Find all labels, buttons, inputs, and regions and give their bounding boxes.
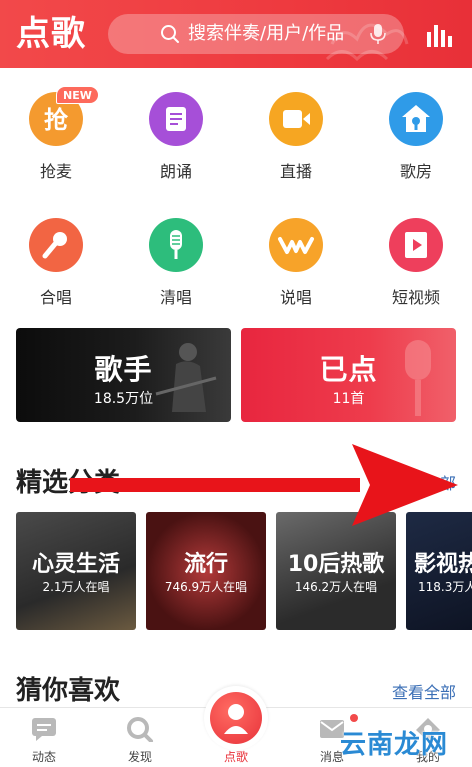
sing-center-icon (210, 692, 262, 744)
sing-center-button[interactable] (204, 686, 268, 750)
nav-label: 点歌 (223, 750, 248, 764)
grid-item-label: 合唱 (39, 288, 72, 307)
nav-feed[interactable]: 动态 (14, 716, 74, 765)
feed-icon (32, 718, 56, 741)
singer-banner[interactable]: 歌手 18.5万位 (16, 328, 231, 422)
grid-item-short-video[interactable]: 短视频 (376, 218, 456, 318)
grid-item-label: 朗诵 (159, 162, 192, 181)
search-icon (161, 25, 179, 43)
recite-icon (149, 92, 203, 146)
nav-discover[interactable]: 发现 (110, 716, 170, 765)
grid-item-acappella[interactable]: 清唱 (136, 218, 216, 318)
guess-view-all-link[interactable]: 查看全部 (392, 679, 456, 703)
ranking-chart-icon[interactable] (426, 22, 454, 48)
category-subtitle: 118.3万人在唱 (418, 580, 472, 594)
category-title: 10后热歌 (287, 552, 385, 577)
queued-banner[interactable]: 已点 11首 (241, 328, 456, 422)
song-room-icon (389, 92, 443, 146)
rap-icon (269, 218, 323, 272)
grid-item-recite[interactable]: 朗诵 (136, 92, 216, 192)
grid-item-label: 短视频 (391, 288, 440, 307)
svg-text:抢: 抢 (44, 106, 69, 134)
top-header: 点歌 搜索伴奏/用户/作品 (0, 0, 472, 68)
acappella-mic-icon (149, 218, 203, 272)
category-card-film-tv[interactable]: 影视热 118.3万人在唱 (406, 512, 472, 630)
banner-title: 歌手 (94, 353, 153, 386)
category-title: 流行 (183, 552, 228, 577)
chorus-mic-icon (29, 218, 83, 272)
grid-item-grab-mic[interactable]: 抢 NEW 抢麦 (16, 86, 99, 192)
nav-label: 动态 (31, 750, 56, 764)
discover-icon (127, 717, 153, 742)
category-title: 心灵生活 (31, 552, 120, 577)
unread-dot (350, 714, 358, 722)
grid-item-rap[interactable]: 说唱 (256, 218, 336, 318)
grid-item-live[interactable]: 直播 (256, 92, 336, 192)
category-subtitle: 746.9万人在唱 (164, 580, 248, 594)
category-card-mind-life[interactable]: 心灵生活 2.1万人在唱 (16, 512, 136, 630)
short-video-icon (389, 218, 443, 272)
banner-subtitle: 18.5万位 (93, 391, 154, 407)
category-subtitle: 2.1万人在唱 (42, 580, 110, 594)
banner-title: 已点 (319, 353, 378, 386)
grid-item-label: 直播 (279, 162, 312, 181)
category-card-pop[interactable]: 流行 746.9万人在唱 (146, 512, 266, 630)
nav-label: 发现 (127, 750, 152, 764)
search-placeholder: 搜索伴奏/用户/作品 (188, 23, 345, 44)
grid-item-chorus[interactable]: 合唱 (16, 218, 96, 318)
red-arrow-annotation (70, 444, 458, 526)
grid-item-label: 抢麦 (39, 162, 72, 181)
search-input[interactable]: 搜索伴奏/用户/作品 (108, 14, 404, 54)
grid-item-label: 说唱 (279, 288, 312, 307)
guess-section-title: 猜你喜欢 (16, 676, 121, 706)
live-video-icon (269, 92, 323, 146)
grid-item-label: 清唱 (159, 288, 192, 307)
watermark-text: 云南龙网 (340, 730, 449, 760)
grid-item-song-room[interactable]: 歌房 (376, 92, 456, 192)
new-badge: NEW (56, 86, 99, 104)
page-title: 点歌 (16, 14, 86, 54)
mic-icon[interactable] (370, 23, 386, 45)
banner-subtitle: 11首 (332, 391, 365, 407)
category-title: 影视热 (414, 552, 472, 577)
grid-item-label: 歌房 (399, 162, 432, 181)
category-subtitle: 146.2万人在唱 (294, 580, 378, 594)
category-card-10s-hits[interactable]: 10后热歌 146.2万人在唱 (276, 512, 396, 630)
